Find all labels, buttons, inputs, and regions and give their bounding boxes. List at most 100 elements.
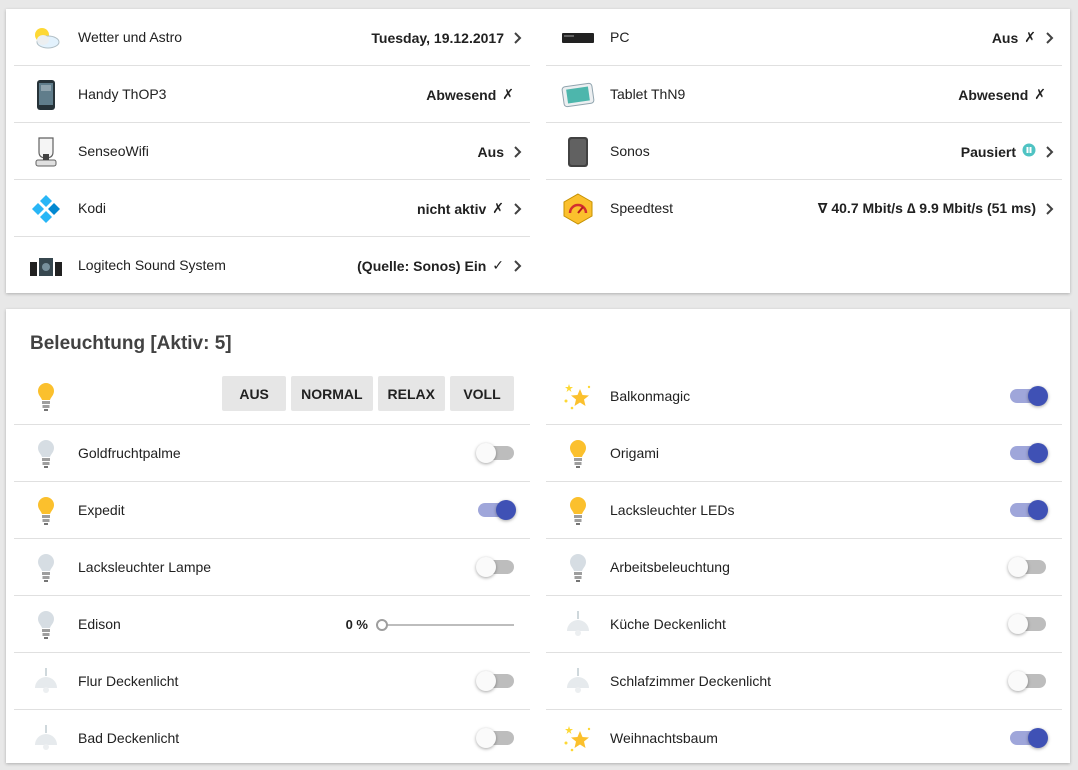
bulb-icon[interactable]	[28, 608, 64, 642]
brightness-slider[interactable]: 0 %	[334, 596, 514, 653]
device-state-value: nicht aktiv	[417, 200, 487, 217]
light-name: Lacksleuchter Lampe	[78, 559, 212, 575]
chevron-right-icon[interactable]	[506, 259, 530, 273]
device-state: (Quelle: Sonos) Ein ✓	[357, 237, 530, 294]
light-row[interactable]: Origami	[546, 425, 1062, 482]
toggle-knob[interactable]	[1008, 671, 1028, 691]
slider-track[interactable]	[376, 618, 514, 631]
toggle-knob[interactable]	[1028, 500, 1048, 520]
bulb-icon[interactable]	[560, 551, 596, 585]
toggle-knob[interactable]	[1028, 386, 1048, 406]
device-row[interactable]: Speedtest ∇ 40.7 Mbit/s ∆ 9.9 Mbit/s (51 …	[546, 180, 1062, 237]
bulb-icon[interactable]	[560, 437, 596, 471]
ceiling-lamp-icon[interactable]	[28, 665, 64, 699]
device-state-value: (Quelle: Sonos) Ein	[357, 257, 487, 274]
device-state-value: Abwesend	[426, 86, 497, 103]
chevron-right-icon[interactable]	[1038, 145, 1062, 159]
light-name: Küche Deckenlicht	[610, 616, 726, 632]
device-state-value: Abwesend	[958, 86, 1029, 103]
kodi-icon	[28, 192, 64, 226]
device-row[interactable]: Tablet ThN9 Abwesend ✗	[546, 66, 1062, 123]
toggle-knob[interactable]	[496, 500, 516, 520]
toggle-knob[interactable]	[1028, 728, 1048, 748]
ceiling-lamp-icon[interactable]	[28, 722, 64, 756]
light-row[interactable]: Expedit	[14, 482, 530, 539]
chevron-right-icon[interactable]	[1038, 202, 1062, 216]
device-state-value: Pausiert	[960, 143, 1016, 160]
light-toggle[interactable]	[476, 671, 514, 691]
device-name: Kodi	[78, 200, 107, 216]
toggle-knob[interactable]	[476, 728, 496, 748]
ceiling-lamp-icon[interactable]	[560, 608, 596, 642]
light-row[interactable]: Lacksleuchter LEDs	[546, 482, 1062, 539]
devices-card: Wetter und Astro Tuesday, 19.12.2017 Handy…	[6, 9, 1070, 293]
device-state-value: Tuesday, 19.12.2017	[371, 29, 504, 46]
light-row[interactable]: Arbeitsbeleuchtung	[546, 539, 1062, 596]
scene-button-normal[interactable]: NORMAL	[291, 376, 373, 411]
light-row[interactable]: Bad Deckenlicht	[14, 710, 530, 767]
light-row[interactable]: Flur Deckenlicht	[14, 653, 530, 710]
device-row[interactable]: Logitech Sound System (Quelle: Sonos) Ein…	[14, 237, 530, 294]
bulb-icon[interactable]	[28, 494, 64, 528]
toggle-knob[interactable]	[1008, 557, 1028, 577]
toggle-knob[interactable]	[476, 443, 496, 463]
toggle-knob[interactable]	[1008, 614, 1028, 634]
light-row[interactable]: Goldfruchtpalme	[14, 425, 530, 482]
scene-button-voll[interactable]: VOLL	[450, 376, 514, 411]
light-row[interactable]: Lacksleuchter Lampe	[14, 539, 530, 596]
lights-title: Beleuchtung [Aktiv: 5]	[30, 333, 232, 354]
light-name: Schlafzimmer Deckenlicht	[610, 673, 772, 689]
light-row[interactable]: Küche Deckenlicht	[546, 596, 1062, 653]
light-toggle[interactable]	[476, 443, 514, 463]
chevron-right-icon[interactable]	[1038, 31, 1062, 45]
bulb-icon[interactable]	[28, 380, 64, 414]
device-row[interactable]: Kodi nicht aktiv ✗	[14, 180, 530, 237]
device-row[interactable]: Wetter und Astro Tuesday, 19.12.2017	[14, 9, 530, 66]
device-row[interactable]: Handy ThOP3 Abwesend ✗	[14, 66, 530, 123]
chevron-right-icon[interactable]	[506, 31, 530, 45]
light-row[interactable]: Weihnachtsbaum	[546, 710, 1062, 767]
light-toggle[interactable]	[1010, 728, 1048, 748]
bulb-icon[interactable]	[28, 551, 64, 585]
light-name: Arbeitsbeleuchtung	[610, 559, 730, 575]
lights-left-column: AUS NORMAL RELAX VOLL Goldfruchtpalme Expedit…	[14, 368, 530, 767]
device-row[interactable]: PC Aus ✗	[546, 9, 1062, 66]
light-toggle[interactable]	[476, 557, 514, 577]
scene-row: AUS NORMAL RELAX VOLL	[14, 368, 530, 425]
scene-button-aus[interactable]: AUS	[222, 376, 287, 411]
device-row[interactable]: Sonos Pausiert	[546, 123, 1062, 180]
ceiling-lamp-icon[interactable]	[560, 665, 596, 699]
slider-thumb[interactable]	[376, 618, 388, 631]
light-toggle[interactable]	[1008, 671, 1046, 691]
speedtest-icon	[560, 192, 596, 226]
device-name: Sonos	[610, 143, 650, 159]
light-toggle[interactable]	[478, 500, 516, 520]
stars-icon[interactable]	[560, 722, 596, 756]
bulb-icon[interactable]	[560, 494, 596, 528]
device-state-value: Aus	[477, 143, 504, 160]
pc-icon	[560, 21, 596, 55]
toggle-knob[interactable]	[476, 671, 496, 691]
chevron-right-icon[interactable]	[506, 202, 530, 216]
device-row[interactable]: SenseoWifi Aus	[14, 123, 530, 180]
toggle-knob[interactable]	[476, 557, 496, 577]
phone-icon	[28, 78, 64, 112]
light-toggle[interactable]	[1010, 500, 1048, 520]
light-row[interactable]: Balkonmagic	[546, 368, 1062, 425]
device-state: ∇ 40.7 Mbit/s ∆ 9.9 Mbit/s (51 ms)	[818, 180, 1062, 237]
toggle-knob[interactable]	[1028, 443, 1048, 463]
chevron-right-icon[interactable]	[506, 145, 530, 159]
device-state: Aus	[478, 123, 530, 180]
cross-icon: ✗	[502, 86, 514, 102]
light-toggle[interactable]	[1010, 386, 1048, 406]
light-toggle[interactable]	[1010, 443, 1048, 463]
light-row[interactable]: Schlafzimmer Deckenlicht	[546, 653, 1062, 710]
light-toggle[interactable]	[476, 728, 514, 748]
light-row[interactable]: Edison 0 %	[14, 596, 530, 653]
scene-button-relax[interactable]: RELAX	[377, 376, 445, 411]
bulb-icon[interactable]	[28, 437, 64, 471]
stars-icon[interactable]	[560, 380, 596, 414]
light-toggle[interactable]	[1008, 557, 1046, 577]
light-toggle[interactable]	[1008, 614, 1046, 634]
lights-card: Beleuchtung [Aktiv: 5] AUS NORMAL RELAX VOL…	[6, 309, 1070, 763]
